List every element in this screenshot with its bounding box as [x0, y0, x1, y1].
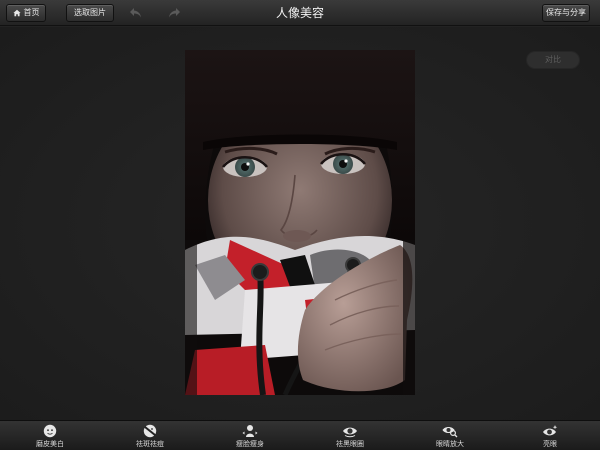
- pick-image-button[interactable]: 选取图片: [66, 4, 114, 22]
- tool-label: 亮眼: [543, 440, 557, 448]
- tool-eye-enlarge[interactable]: 眼睛放大: [400, 421, 500, 450]
- top-bar: 首页 选取图片 人像美容 保存与分享: [0, 0, 600, 26]
- face-smooth-icon: [43, 424, 57, 438]
- undo-icon[interactable]: [129, 7, 143, 19]
- save-share-label: 保存与分享: [546, 8, 586, 17]
- portrait-photo[interactable]: [185, 50, 415, 395]
- page-title: 人像美容: [275, 6, 324, 20]
- tool-label: 瘦脸瘦身: [236, 440, 264, 448]
- portrait-image: [185, 50, 415, 395]
- tool-label: 磨皮美白: [36, 440, 64, 448]
- tool-smooth-whiten[interactable]: 磨皮美白: [0, 421, 100, 450]
- eye-enlarge-icon: [442, 427, 458, 438]
- home-icon: [12, 9, 21, 17]
- editing-canvas: 对比: [0, 27, 600, 420]
- eye-circle-icon: [343, 427, 357, 438]
- tool-label: 祛黑眼圈: [336, 440, 364, 448]
- save-share-button[interactable]: 保存与分享: [542, 4, 590, 22]
- tool-blemish[interactable]: 祛斑祛痘: [100, 421, 200, 450]
- home-button-label: 首页: [23, 8, 40, 17]
- app-window: 首页 选取图片 人像美容 保存与分享 对比 磨皮美白 祛斑祛痘 瘦脸瘦身 祛黑眼…: [0, 0, 600, 450]
- redo-icon[interactable]: [167, 7, 181, 19]
- tool-label: 祛斑祛痘: [136, 440, 164, 448]
- compare-button[interactable]: 对比: [526, 51, 580, 69]
- tools-toolbar: 磨皮美白 祛斑祛痘 瘦脸瘦身 祛黑眼圈 眼睛放大 亮眼: [0, 420, 600, 450]
- home-button[interactable]: 首页: [6, 4, 46, 22]
- bright-eye-icon: [543, 425, 558, 436]
- pick-image-label: 选取图片: [74, 8, 106, 17]
- tool-bright-eye[interactable]: 亮眼: [500, 421, 600, 450]
- tool-dark-circles[interactable]: 祛黑眼圈: [300, 421, 400, 450]
- blemish-icon: [143, 424, 157, 438]
- tool-label: 眼睛放大: [436, 440, 464, 448]
- slim-icon: [242, 425, 258, 437]
- tool-slim[interactable]: 瘦脸瘦身: [200, 421, 300, 450]
